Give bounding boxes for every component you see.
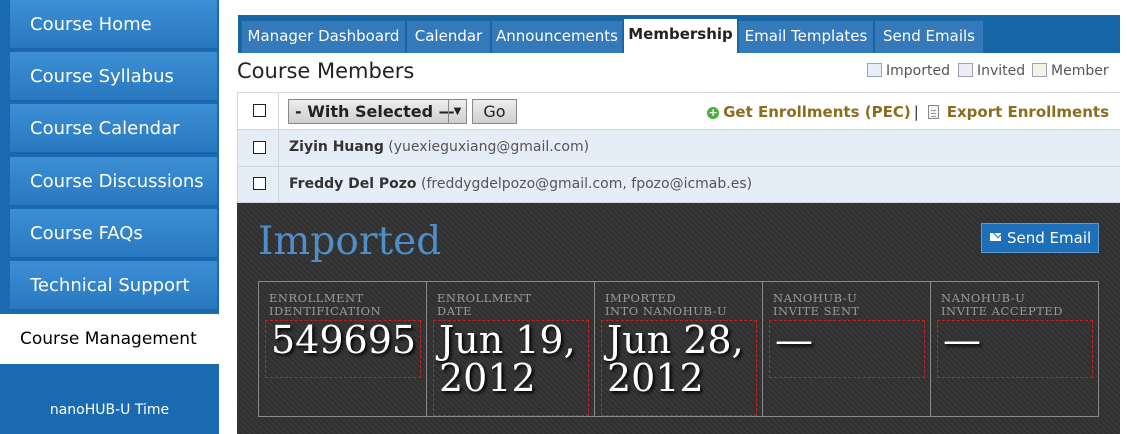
status-title: Imported [258,219,442,264]
field-value-line: 2012 [607,356,704,400]
enrollment-date-cell: ENROLLMENT DATE Jun 19, 2012 [427,282,595,416]
member-name[interactable]: Ziyin Huang [289,139,384,155]
sidebar-item-course-faqs[interactable]: Course FAQs [10,209,217,259]
envelope-icon [990,233,1001,241]
tab-email-templates[interactable]: Email Templates [739,21,874,53]
chevron-down-icon[interactable]: ▼ [448,100,466,123]
sidebar-item-technical-support[interactable]: Technical Support [10,261,217,311]
field-label-line: DATE [437,304,472,318]
enrollment-id-cell: ENROLLMENT IDENTIFICATION 549695 [259,282,427,416]
member-entry: Ziyin Huang (yuexieguxiang@gmail.com) [289,139,589,155]
sidebar-item-course-calendar[interactable]: Course Calendar [10,104,217,154]
row-select-cell [237,130,279,166]
field-value-line: 2012 [439,356,536,400]
legend-invited: Invited [958,63,1025,79]
enrollment-date-value: Jun 19, 2012 [433,320,589,416]
imported-date-cell: IMPORTED INTO NANOHUB-U Jun 28, 2012 [595,282,763,416]
document-icon [927,105,939,119]
invite-accepted-value: — [937,320,1093,378]
field-label: IMPORTED INTO NANOHUB-U [605,292,755,318]
field-value-line: Jun 28, [607,318,744,362]
legend-label-invited: Invited [977,63,1026,79]
select-all-cell [237,93,279,129]
enrollment-details: ENROLLMENT IDENTIFICATION 549695 ENROLLME… [258,281,1099,417]
row-select-cell [237,167,279,202]
go-button[interactable]: Go [472,99,517,124]
field-label: ENROLLMENT DATE [437,292,587,318]
table-header-row: - With Selected — ▼ Go + Get Enrollments (… [237,92,1120,130]
field-label-line: INTO NANOHUB-U [605,304,728,318]
sidebar-item-course-syllabus[interactable]: Course Syllabus [10,52,217,102]
sidebar-item-course-discussions[interactable]: Course Discussions [10,157,217,207]
sidebar-item-course-home[interactable]: Course Home [10,0,217,50]
course-sidebar: Course Home Course Syllabus Course Calen… [0,0,219,434]
field-label: NANOHUB-U INVITE SENT [773,292,923,318]
tab-bar: Manager Dashboard Calendar Announcements… [238,15,1120,53]
member-name[interactable]: Freddy Del Pozo [289,176,417,192]
legend-imported: Imported [867,63,950,79]
row-checkbox[interactable] [253,141,266,154]
table-row[interactable]: Freddy Del Pozo (freddygdelpozo@gmail.co… [237,167,1120,203]
member-detail-panel: Imported Send Email ENROLLMENT IDENTIFICA… [237,203,1120,434]
legend-swatch-member [1032,63,1047,77]
legend-member: Member [1032,63,1109,79]
enrollment-id-value: 549695 [265,320,421,378]
sidebar-item-course-management[interactable]: Course Management [0,314,219,364]
row-checkbox[interactable] [253,177,266,190]
field-label: ENROLLMENT IDENTIFICATION [269,292,419,318]
imported-date-value: Jun 28, 2012 [601,320,757,416]
field-label-line: INVITE ACCEPTED [941,304,1063,318]
legend-swatch-invited [958,63,973,77]
field-value-line: — [943,318,981,362]
invite-accepted-cell: NANOHUB-U INVITE ACCEPTED — [931,282,1098,416]
link-separator: | [913,103,919,121]
field-value-line: Jun 19, [439,318,576,362]
export-enrollments-link[interactable]: Export Enrollments [947,103,1109,121]
field-label-line: IDENTIFICATION [269,304,382,318]
add-icon: + [707,106,720,119]
get-enrollments-link[interactable]: Get Enrollments (PEC) [723,103,911,121]
tab-send-emails[interactable]: Send Emails [875,21,984,53]
invite-sent-cell: NANOHUB-U INVITE SENT — [763,282,931,416]
legend-label-member: Member [1051,63,1109,79]
tab-calendar[interactable]: Calendar [407,21,491,53]
send-email-button[interactable]: Send Email [981,223,1099,253]
field-label-line: INVITE SENT [773,304,860,318]
field-label: NANOHUB-U INVITE ACCEPTED [941,292,1091,318]
enrollment-links: + Get Enrollments (PEC) | Export Enrollment… [707,103,1109,121]
tab-manager-dashboard[interactable]: Manager Dashboard [242,21,406,53]
field-value-line: — [775,318,813,362]
send-email-label: Send Email [1007,229,1092,247]
page-title: Course Members [237,59,415,83]
field-value-line: 549695 [271,318,417,362]
tab-membership[interactable]: Membership [624,19,738,53]
legend-swatch-imported [867,63,882,77]
legend-label-imported: Imported [886,63,950,79]
with-selected-dropdown[interactable]: - With Selected — ▼ [288,99,467,124]
member-entry: Freddy Del Pozo (freddygdelpozo@gmail.co… [289,176,752,192]
sidebar-time-label: nanoHUB-U Time [49,402,170,418]
with-selected-value: - With Selected — [295,102,455,121]
member-email: (yuexieguxiang@gmail.com) [388,139,590,155]
tab-announcements[interactable]: Announcements [492,21,623,53]
invite-sent-value: — [769,320,925,378]
table-row[interactable]: Ziyin Huang (yuexieguxiang@gmail.com) [237,130,1120,167]
member-email: (freddygdelpozo@gmail.com, fpozo@icmab.e… [421,176,753,192]
select-all-checkbox[interactable] [253,104,266,117]
